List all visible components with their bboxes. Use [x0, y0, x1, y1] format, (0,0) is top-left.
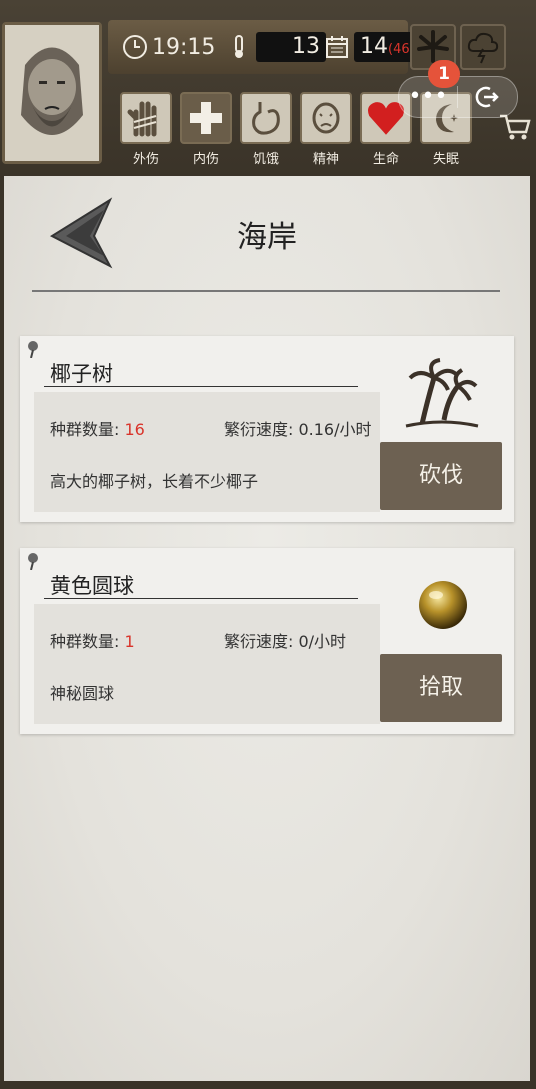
status-label: 生命 — [372, 152, 399, 167]
pin-icon — [28, 341, 38, 358]
character-portrait[interactable] — [2, 22, 102, 164]
clock-icon — [123, 35, 147, 59]
weather-storm-slot[interactable] — [460, 24, 506, 70]
thunderstorm-icon — [467, 32, 499, 64]
resource-description: 高大的椰子树，长着不少椰子 — [50, 472, 259, 491]
resource-card: 黄色圆球 种群数量: 1 繁衍速度: 0/小时 神秘圆球 拾取 — [20, 548, 514, 734]
population-value: 16 — [124, 420, 145, 439]
mini-program-capsule: ••• — [398, 76, 518, 118]
growth-rate-label: 繁衍速度: — [224, 420, 299, 439]
temperature-value: 13 — [256, 32, 326, 62]
pin-icon — [28, 553, 38, 570]
status-label: 外伤 — [132, 152, 159, 167]
page-title: 海岸 — [237, 220, 297, 255]
name-underline — [44, 598, 358, 599]
character-face-icon — [5, 25, 99, 161]
day-box: 14(46) — [354, 32, 419, 62]
resource-info: 种群数量: 1 繁衍速度: 0/小时 神秘圆球 — [34, 604, 380, 724]
golden-orb-icon — [419, 581, 467, 629]
growth-rate-stat: 繁衍速度: 0/小时 — [224, 628, 346, 652]
bandaged-hand-icon — [127, 101, 157, 137]
exit-icon — [475, 86, 499, 108]
status-external-injury[interactable]: 外伤 — [118, 92, 174, 172]
top-hud: 19:15 13 14(46) 外伤 内伤 饥饿 精神 生命 失眠 1 ••• — [0, 0, 536, 178]
status-label: 失眠 — [432, 152, 459, 167]
stomach-icon — [252, 102, 280, 135]
growth-rate-stat: 繁衍速度: 0.16/小时 — [224, 416, 372, 440]
status-hunger[interactable]: 饥饿 — [238, 92, 294, 172]
temperature-display: 13 — [226, 30, 326, 64]
stat-bar: 19:15 13 14(46) — [108, 20, 419, 74]
status-label: 内伤 — [192, 152, 219, 167]
time-value: 19:15 — [152, 34, 216, 60]
calendar-icon — [326, 36, 348, 58]
cross-icon — [190, 102, 222, 134]
status-internal-injury[interactable]: 内伤 — [178, 92, 234, 172]
growth-rate-label: 繁衍速度: — [224, 632, 299, 651]
day-value: 14 — [360, 34, 388, 59]
name-underline — [44, 386, 358, 387]
exit-button[interactable] — [458, 84, 516, 110]
status-mental[interactable]: 精神 — [298, 92, 354, 172]
notification-badge: 1 — [428, 60, 460, 88]
population-stat: 种群数量: 1 — [50, 628, 135, 652]
resource-name: 黄色圆球 — [50, 574, 134, 598]
chop-button[interactable]: 砍伐 — [380, 442, 502, 510]
status-label: 精神 — [312, 152, 339, 167]
time-display: 19:15 — [122, 30, 215, 64]
population-value: 1 — [124, 632, 135, 651]
pickup-button[interactable]: 拾取 — [380, 654, 502, 722]
location-panel: 海岸 椰子树 种群数量: 16 繁衍速度: 0.16/小时 高大的椰子树，长着不… — [4, 176, 530, 1081]
day-display: 14(46) — [324, 30, 419, 64]
growth-rate-value: 0.16/小时 — [298, 420, 372, 439]
population-stat: 种群数量: 16 — [50, 416, 145, 440]
population-label: 种群数量: — [50, 420, 125, 439]
resource-name: 椰子树 — [50, 362, 113, 386]
resource-description: 神秘圆球 — [50, 684, 115, 703]
growth-rate-value: 0/小时 — [298, 632, 347, 651]
thermometer-icon — [235, 35, 243, 58]
population-label: 种群数量: — [50, 632, 125, 651]
status-label: 饥饿 — [252, 152, 279, 167]
palm-tree-icon — [405, 358, 479, 428]
resource-card: 椰子树 种群数量: 16 繁衍速度: 0.16/小时 高大的椰子树，长着不少椰子… — [20, 336, 514, 522]
title-divider — [32, 290, 500, 292]
resource-info: 种群数量: 16 繁衍速度: 0.16/小时 高大的椰子树，长着不少椰子 — [34, 392, 380, 512]
head-icon — [312, 102, 340, 134]
